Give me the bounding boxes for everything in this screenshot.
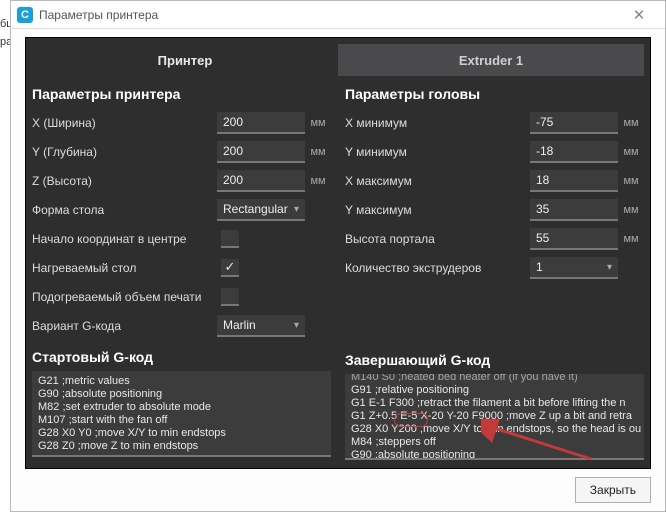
background-window-strip: бщ ра <box>0 0 10 512</box>
z-height-unit: мм <box>305 175 331 187</box>
heated-volume-label: Подогреваемый объем печати <box>32 290 217 304</box>
y-min-label: Y минимум <box>345 145 530 159</box>
y-depth-unit: мм <box>305 146 331 158</box>
tabs: Принтер Extruder 1 <box>32 44 644 76</box>
origin-center-checkbox[interactable] <box>221 230 239 248</box>
z-height-label: Z (Высота) <box>32 174 217 188</box>
printer-settings-window: C Параметры принтера ✕ Принтер Extruder … <box>10 0 666 512</box>
x-width-unit: мм <box>305 117 331 129</box>
heated-volume-checkbox[interactable] <box>221 288 239 306</box>
window-title: Параметры принтера <box>39 8 158 22</box>
x-max-label: X максимум <box>345 174 530 188</box>
gantry-height-input[interactable]: 55 <box>530 228 618 250</box>
printer-params-column: Параметры принтера X (Ширина) 200 мм Y (… <box>32 86 331 460</box>
start-gcode-textarea[interactable]: G21 ;metric values G90 ;absolute positio… <box>32 371 331 457</box>
x-min-label: X минимум <box>345 116 530 130</box>
extruder-count-label: Количество экструдеров <box>345 261 530 275</box>
x-max-input[interactable]: 18 <box>530 170 618 192</box>
x-min-unit: мм <box>618 117 644 129</box>
y-max-input[interactable]: 35 <box>530 199 618 221</box>
titlebar: C Параметры принтера ✕ <box>11 1 665 29</box>
gantry-height-unit: мм <box>618 233 644 245</box>
y-max-unit: мм <box>618 204 644 216</box>
tab-printer[interactable]: Принтер <box>32 44 338 76</box>
gcode-flavor-label: Вариант G-кода <box>32 319 217 333</box>
y-depth-input[interactable]: 200 <box>217 141 305 163</box>
build-plate-shape-label: Форма стола <box>32 203 217 217</box>
origin-center-label: Начало координат в центре <box>32 232 217 246</box>
gantry-height-label: Высота портала <box>345 232 530 246</box>
end-gcode-textarea[interactable]: M140 S0 ;heated bed heater off (if you h… <box>345 374 644 460</box>
chevron-down-icon: ▾ <box>294 320 299 331</box>
y-min-unit: мм <box>618 146 644 158</box>
settings-panel: Принтер Extruder 1 Параметры принтера X … <box>25 37 651 469</box>
chevron-down-icon: ▾ <box>607 262 612 273</box>
close-button[interactable]: Закрыть <box>575 477 651 503</box>
x-max-unit: мм <box>618 175 644 187</box>
chevron-down-icon: ▾ <box>294 204 299 215</box>
build-plate-shape-select[interactable]: Rectangular ▾ <box>217 199 305 221</box>
extruder-count-select[interactable]: 1 ▾ <box>530 257 618 279</box>
gcode-flavor-select[interactable]: Marlin ▾ <box>217 315 305 337</box>
y-min-input[interactable]: -18 <box>530 141 618 163</box>
heated-bed-label: Нагреваемый стол <box>32 261 217 275</box>
app-icon: C <box>17 7 33 23</box>
z-height-input[interactable]: 200 <box>217 170 305 192</box>
y-depth-label: Y (Глубина) <box>32 145 217 159</box>
x-width-label: X (Ширина) <box>32 116 217 130</box>
start-gcode-heading: Стартовый G-код <box>32 349 331 365</box>
tab-extruder-1[interactable]: Extruder 1 <box>338 44 644 76</box>
end-gcode-heading: Завершающий G-код <box>345 352 644 368</box>
x-width-input[interactable]: 200 <box>217 112 305 134</box>
window-close-icon[interactable]: ✕ <box>619 6 659 24</box>
heated-bed-checkbox[interactable]: ✓ <box>221 259 239 277</box>
head-params-column: Параметры головы X минимум -75 мм Y мини… <box>345 86 644 460</box>
printer-params-heading: Параметры принтера <box>32 86 331 102</box>
x-min-input[interactable]: -75 <box>530 112 618 134</box>
y-max-label: Y максимум <box>345 203 530 217</box>
head-params-heading: Параметры головы <box>345 86 644 102</box>
